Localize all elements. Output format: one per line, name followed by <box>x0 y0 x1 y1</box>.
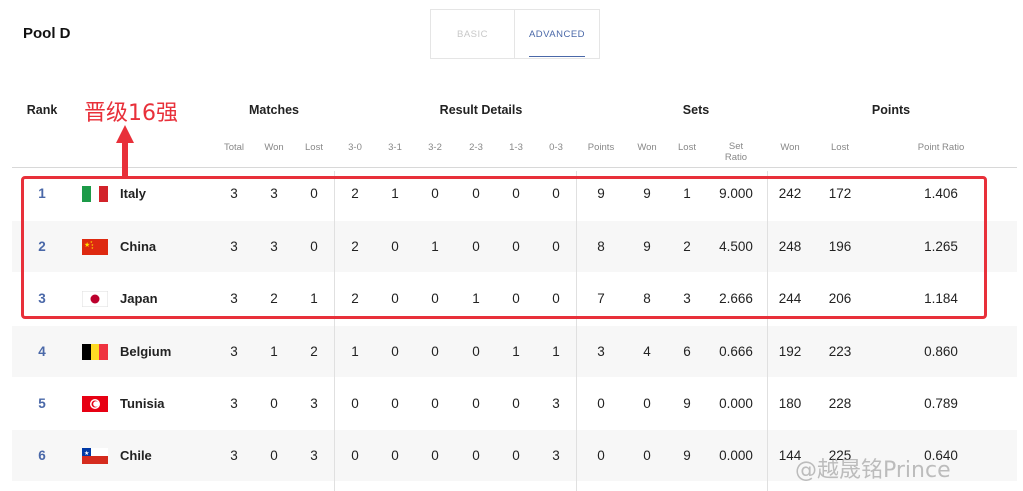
stat-cell: 0 <box>270 396 278 411</box>
subheader-won: Won <box>780 142 800 153</box>
subheader-set-ratio: Set Ratio <box>724 141 748 163</box>
stat-cell: 0 <box>512 448 520 463</box>
stat-cell: 3 <box>310 448 318 463</box>
stat-cell: 3 <box>552 448 560 463</box>
stat-cell: 3 <box>597 344 605 359</box>
tab-advanced[interactable]: ADVANCED <box>514 9 600 59</box>
stat-cell: 3 <box>230 344 238 359</box>
matches-group-header: Matches <box>248 103 300 117</box>
country-name[interactable]: Tunisia <box>120 378 165 429</box>
subheader-won: Won <box>264 142 284 153</box>
watermark: @越晟铭Prince <box>795 458 951 483</box>
subheader-points: Points <box>587 142 615 153</box>
stat-cell: 1 <box>512 344 520 359</box>
stat-cell: 1 <box>351 344 359 359</box>
country-name[interactable]: Chile <box>120 430 152 481</box>
table-row[interactable]: 5 Tunisia 3 0 3 0 0 0 0 0 3 0 0 9 0.000 180 228 0.789 <box>12 378 1017 429</box>
stat-cell: 0 <box>431 448 439 463</box>
stat-cell: 0 <box>472 344 480 359</box>
stat-cell: 4 <box>643 344 651 359</box>
belgium-flag-icon <box>82 344 108 360</box>
subheader-1-3: 1-3 <box>509 142 523 153</box>
stat-cell: 1 <box>552 344 560 359</box>
stat-cell: 3 <box>552 396 560 411</box>
subheader-lost: Lost <box>678 142 696 153</box>
tab-basic[interactable]: BASIC <box>430 9 514 59</box>
stat-cell: 0.860 <box>924 344 958 359</box>
tunisia-flag-icon <box>82 396 108 412</box>
subheader-lost: Lost <box>831 142 849 153</box>
stat-cell: 9 <box>683 396 691 411</box>
country-name[interactable]: Belgium <box>120 326 171 377</box>
subheader-2-3: 2-3 <box>469 142 483 153</box>
stat-cell: 0 <box>597 396 605 411</box>
rank-header: Rank <box>26 103 58 117</box>
chile-flag-icon: ★ <box>82 448 108 464</box>
stat-cell: 0 <box>597 448 605 463</box>
rank-cell: 6 <box>38 448 46 463</box>
stat-cell: 3 <box>230 448 238 463</box>
svg-text:★: ★ <box>84 450 89 457</box>
stat-cell: 0 <box>391 396 399 411</box>
rank-cell: 5 <box>38 396 46 411</box>
stat-cell: 0 <box>512 396 520 411</box>
stat-cell: 0 <box>391 448 399 463</box>
stat-cell: 3 <box>310 396 318 411</box>
annotation-arrow-icon <box>116 125 134 177</box>
subheader-3-2: 3-2 <box>428 142 442 153</box>
annotation-label: 晋级16强 <box>84 101 178 126</box>
subheader-3-1: 3-1 <box>388 142 402 153</box>
rank-cell: 4 <box>38 344 46 359</box>
stat-cell: 180 <box>778 396 802 411</box>
sets-group-header: Sets <box>682 103 710 117</box>
stat-cell: 3 <box>230 396 238 411</box>
stat-cell: 1 <box>270 344 278 359</box>
stat-cell: 9 <box>683 448 691 463</box>
stat-cell: 0.000 <box>719 448 753 463</box>
stat-cell: 0 <box>643 396 651 411</box>
stat-cell: 0 <box>351 396 359 411</box>
subheader-0-3: 0-3 <box>549 142 563 153</box>
subheader-total: Total <box>223 142 245 153</box>
points-group-header: Points <box>871 103 911 117</box>
subheader-3-0: 3-0 <box>348 142 362 153</box>
stat-cell: 223 <box>828 344 852 359</box>
subheader-won: Won <box>637 142 657 153</box>
pool-title: Pool D <box>23 25 71 42</box>
stat-cell: 0.000 <box>719 396 753 411</box>
subheader-lost: Lost <box>305 142 323 153</box>
stat-cell: 0 <box>472 448 480 463</box>
view-tabs: BASIC ADVANCED <box>430 9 600 59</box>
stat-cell: 0 <box>431 396 439 411</box>
stat-cell: 0 <box>472 396 480 411</box>
result-details-group-header: Result Details <box>439 103 523 117</box>
qualified-highlight-box <box>21 176 987 319</box>
stat-cell: 6 <box>683 344 691 359</box>
stat-cell: 0.666 <box>719 344 753 359</box>
stat-cell: 228 <box>828 396 852 411</box>
stat-cell: 0.789 <box>924 396 958 411</box>
subheader-point-ratio: Point Ratio <box>917 142 965 153</box>
stat-cell: 0 <box>270 448 278 463</box>
stat-cell: 0 <box>643 448 651 463</box>
stat-cell: 2 <box>310 344 318 359</box>
stat-cell: 0 <box>431 344 439 359</box>
stat-cell: 0 <box>391 344 399 359</box>
stat-cell: 192 <box>778 344 802 359</box>
table-row[interactable]: 4 Belgium 3 1 2 1 0 0 0 1 1 3 4 6 0.666 192 223 0.860 <box>12 326 1017 377</box>
stat-cell: 0 <box>351 448 359 463</box>
